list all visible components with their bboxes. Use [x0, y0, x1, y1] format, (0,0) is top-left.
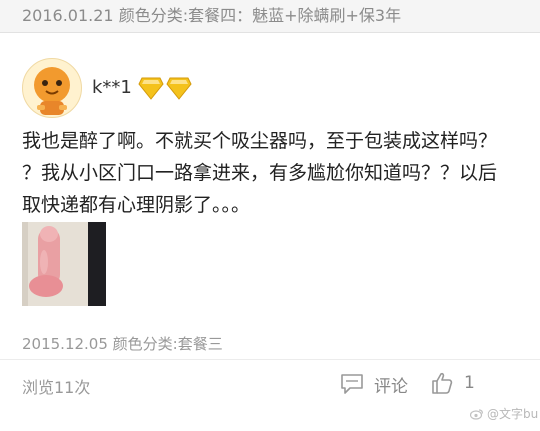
- review-meta-text: 2015.12.05 颜色分类:套餐三: [22, 335, 223, 353]
- comment-line: 取快递都有心理阴影了。。。: [22, 194, 251, 216]
- review-photo-thumbnail[interactable]: [22, 222, 106, 306]
- watermark: @文字bu: [470, 405, 538, 422]
- thumbs-up-icon: [432, 372, 453, 394]
- review-comment-text: 我也是醉了啊。不就买个吸尘器吗，至于包装成这样吗？ ？我从小区门口一路拿进来，有…: [22, 125, 522, 221]
- diamond-icon: [166, 77, 192, 100]
- like-button[interactable]: 1: [430, 368, 475, 398]
- diamond-icon: [138, 77, 164, 100]
- reviewer-username[interactable]: k**1: [92, 77, 132, 98]
- avatar[interactable]: [22, 58, 82, 118]
- review-photo-image: [22, 222, 106, 306]
- comment-line: 我也是醉了啊。不就买个吸尘器吗，至于包装成这样吗？: [22, 130, 498, 152]
- order-info-bar: 2016.01.21 颜色分类:套餐四：魅蓝+除螨刷+保3年: [0, 0, 540, 33]
- comment-label: 评论: [374, 376, 408, 397]
- comment-line: ？我从小区门口一路拿进来，有多尴尬你知道吗？？以后: [22, 162, 498, 184]
- weibo-logo-icon: [470, 408, 484, 420]
- comment-button[interactable]: 评论: [340, 370, 408, 398]
- watermark-text: @文字bu: [487, 407, 539, 421]
- view-count: 浏览11次: [22, 378, 91, 397]
- divider: [0, 359, 540, 360]
- order-meta-text: 2016.01.21 颜色分类:套餐四：魅蓝+除螨刷+保3年: [22, 6, 402, 25]
- comment-icon: [341, 374, 363, 394]
- avatar-mascot-icon: [34, 67, 70, 115]
- like-count: 1: [464, 373, 475, 393]
